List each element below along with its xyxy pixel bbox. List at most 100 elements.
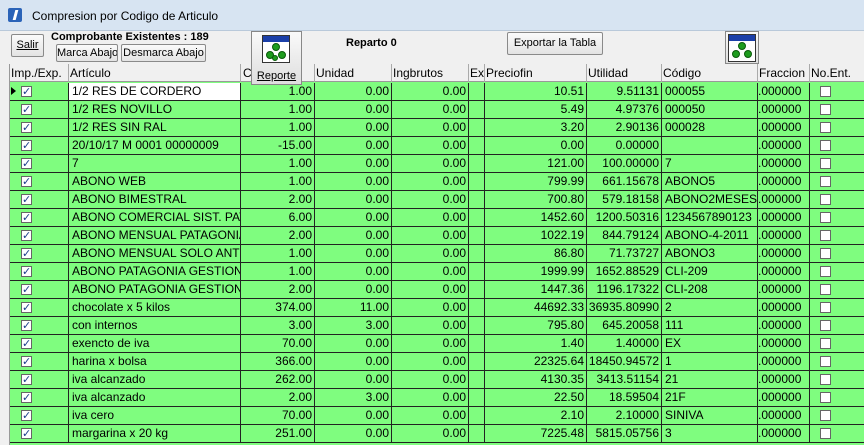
- cell-cod[interactable]: 1: [662, 353, 758, 370]
- cell-precio[interactable]: 10.51: [485, 83, 587, 100]
- col-imp-exp[interactable]: Imp./Exp.: [10, 64, 69, 82]
- cell-unidad[interactable]: 3.00: [315, 389, 392, 406]
- cell-cod[interactable]: 111: [662, 317, 758, 334]
- cell-exe[interactable]: [469, 227, 485, 244]
- cell-ing[interactable]: 0.00: [392, 353, 469, 370]
- imp-exp-checkbox[interactable]: [21, 300, 32, 316]
- cell-cant[interactable]: 70.00: [241, 407, 315, 424]
- table-row[interactable]: 20/10/17 M 0001 00000009-15.000.000.000.…: [10, 137, 864, 155]
- cell-cod[interactable]: ABONO5: [662, 173, 758, 190]
- cell-precio[interactable]: 44692.33: [485, 299, 587, 316]
- cell-frac[interactable]: .000000: [758, 281, 810, 298]
- reporte-button[interactable]: Reporte: [251, 31, 302, 85]
- cell-cant[interactable]: 1.00: [241, 173, 315, 190]
- cell-frac[interactable]: .000000: [758, 371, 810, 388]
- col-unidad[interactable]: Unidad: [315, 64, 392, 82]
- table-row[interactable]: 1/2 RES SIN RAL1.000.000.003.202.9013600…: [10, 119, 864, 137]
- cell-frac[interactable]: .000000: [758, 353, 810, 370]
- no-ent-checkbox[interactable]: [820, 176, 831, 187]
- cell-cod[interactable]: 1234567890123: [662, 209, 758, 226]
- cell-ing[interactable]: 0.00: [392, 407, 469, 424]
- cell-art[interactable]: exencto de iva: [69, 335, 241, 352]
- cell-frac[interactable]: .000000: [758, 173, 810, 190]
- col-preciofin[interactable]: Preciofin: [485, 64, 587, 82]
- cell-art[interactable]: ABONO PATAGONIA GESTION: [69, 281, 241, 298]
- window-icon-button[interactable]: [725, 31, 759, 64]
- cell-precio[interactable]: 799.99: [485, 173, 587, 190]
- cell-frac[interactable]: .000000: [758, 245, 810, 262]
- cell-exe[interactable]: [469, 317, 485, 334]
- cell-art[interactable]: ABONO BIMESTRAL: [69, 191, 241, 208]
- articles-grid[interactable]: Imp./Exp. Artículo C Unidad Ingbrutos Ex…: [9, 64, 864, 445]
- cell-exe[interactable]: [469, 191, 485, 208]
- cell-cod[interactable]: CLI-209: [662, 263, 758, 280]
- cell-cant[interactable]: 2.00: [241, 281, 315, 298]
- table-row[interactable]: ABONO MENSUAL PATAGONIA2.000.000.001022.…: [10, 227, 864, 245]
- cell-frac[interactable]: .000000: [758, 119, 810, 136]
- cell-cant[interactable]: 1.00: [241, 119, 315, 136]
- col-fraccion[interactable]: Fraccion: [758, 64, 810, 82]
- cell-ing[interactable]: 0.00: [392, 101, 469, 118]
- cell-cant[interactable]: 251.00: [241, 425, 315, 442]
- cell-cod[interactable]: ABONO-4-2011: [662, 227, 758, 244]
- cell-exe[interactable]: [469, 155, 485, 172]
- cell-exe[interactable]: [469, 101, 485, 118]
- cell-frac[interactable]: .000000: [758, 299, 810, 316]
- cell-precio[interactable]: 700.80: [485, 191, 587, 208]
- salir-button[interactable]: Salir: [11, 34, 44, 57]
- cell-art[interactable]: 1/2 RES SIN RAL: [69, 119, 241, 136]
- cell-art[interactable]: ABONO MENSUAL SOLO ANTI: [69, 245, 241, 262]
- cell-frac[interactable]: .000000: [758, 137, 810, 154]
- imp-exp-checkbox[interactable]: [21, 228, 32, 244]
- cell-unidad[interactable]: 0.00: [315, 371, 392, 388]
- cell-ing[interactable]: 0.00: [392, 245, 469, 262]
- no-ent-checkbox[interactable]: [820, 248, 831, 259]
- cell-cant[interactable]: 3.00: [241, 317, 315, 334]
- cell-exe[interactable]: [469, 209, 485, 226]
- cell-precio[interactable]: 1022.19: [485, 227, 587, 244]
- cell-cant[interactable]: 70.00: [241, 335, 315, 352]
- cell-util[interactable]: 3413.51154: [587, 371, 662, 388]
- table-row[interactable]: ABONO COMERCIAL SIST. PAT6.000.000.00145…: [10, 209, 864, 227]
- col-articulo[interactable]: Artículo: [69, 64, 241, 82]
- cell-util[interactable]: 4.97376: [587, 101, 662, 118]
- cell-util[interactable]: 18.59504: [587, 389, 662, 406]
- cell-exe[interactable]: [469, 83, 485, 100]
- cell-unidad[interactable]: 0.00: [315, 209, 392, 226]
- cell-art[interactable]: harina x bolsa: [69, 353, 241, 370]
- cell-util[interactable]: 1.40000: [587, 335, 662, 352]
- cell-frac[interactable]: .000000: [758, 227, 810, 244]
- cell-util[interactable]: 579.18158: [587, 191, 662, 208]
- table-row[interactable]: 1/2 RES NOVILLO1.000.000.005.494.9737600…: [10, 101, 864, 119]
- cell-ing[interactable]: 0.00: [392, 425, 469, 442]
- cell-ing[interactable]: 0.00: [392, 83, 469, 100]
- no-ent-checkbox[interactable]: [820, 140, 831, 151]
- cell-util[interactable]: 36935.80990: [587, 299, 662, 316]
- cell-ing[interactable]: 0.00: [392, 335, 469, 352]
- cell-ing[interactable]: 0.00: [392, 191, 469, 208]
- cell-ing[interactable]: 0.00: [392, 389, 469, 406]
- cell-unidad[interactable]: 0.00: [315, 119, 392, 136]
- no-ent-checkbox[interactable]: [820, 428, 831, 439]
- cell-unidad[interactable]: 0.00: [315, 137, 392, 154]
- cell-unidad[interactable]: 0.00: [315, 227, 392, 244]
- cell-cant[interactable]: 262.00: [241, 371, 315, 388]
- imp-exp-checkbox[interactable]: [21, 156, 32, 172]
- no-ent-checkbox[interactable]: [820, 374, 831, 385]
- table-row[interactable]: ABONO BIMESTRAL2.000.000.00700.80579.181…: [10, 191, 864, 209]
- imp-exp-checkbox[interactable]: [21, 174, 32, 190]
- cell-cod[interactable]: 000050: [662, 101, 758, 118]
- col-codigo[interactable]: Código: [662, 64, 758, 82]
- table-row[interactable]: 1/2 RES DE CORDERO1.000.000.0010.519.511…: [10, 83, 864, 101]
- no-ent-checkbox[interactable]: [820, 230, 831, 241]
- table-row[interactable]: ABONO MENSUAL SOLO ANTI1.000.000.0086.80…: [10, 245, 864, 263]
- table-row[interactable]: margarina x 20 kg251.000.000.007225.4858…: [10, 425, 864, 443]
- cell-unidad[interactable]: 0.00: [315, 263, 392, 280]
- col-utilidad[interactable]: Utilidad: [587, 64, 662, 82]
- cell-frac[interactable]: .000000: [758, 317, 810, 334]
- cell-precio[interactable]: 0.00: [485, 137, 587, 154]
- cell-cant[interactable]: 1.00: [241, 83, 315, 100]
- cell-ing[interactable]: 0.00: [392, 155, 469, 172]
- desmarca-abajo-button[interactable]: Desmarca Abajo: [121, 44, 206, 62]
- cell-cod[interactable]: 7: [662, 155, 758, 172]
